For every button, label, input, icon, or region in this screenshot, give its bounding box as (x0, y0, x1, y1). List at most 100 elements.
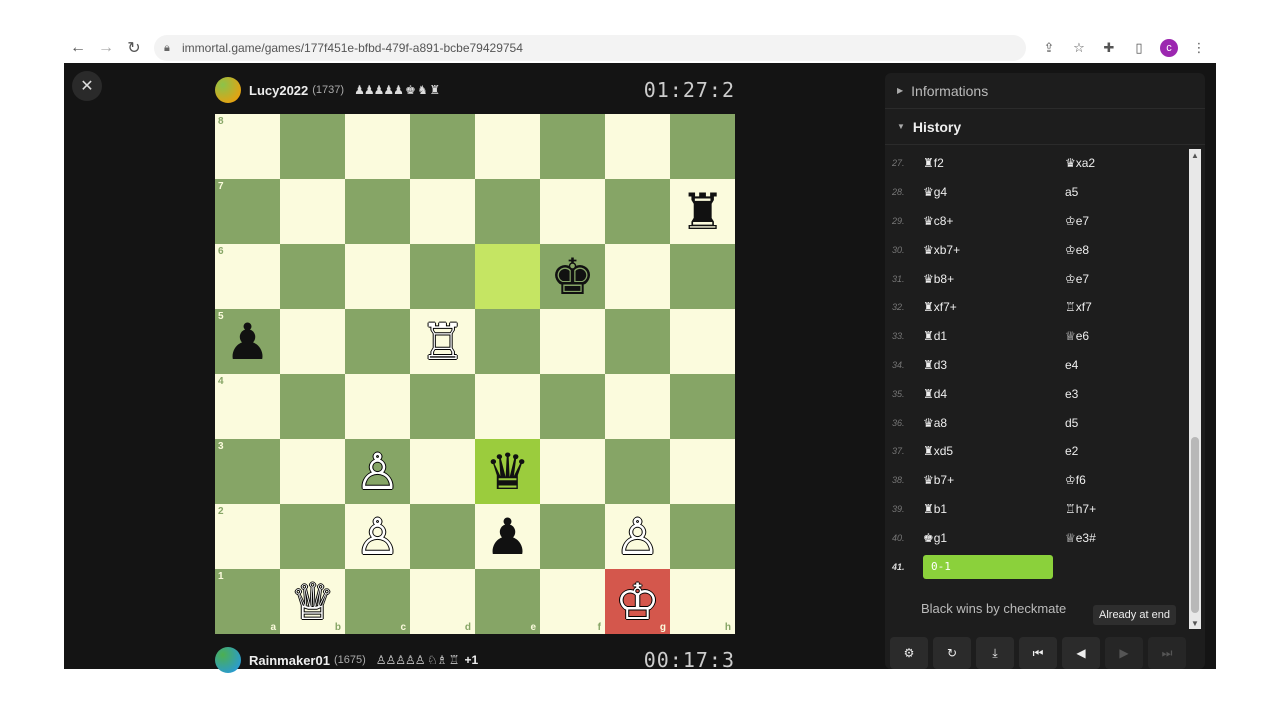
chess-piece[interactable]: ♜ (680, 187, 725, 237)
avatar[interactable] (215, 77, 241, 103)
top-player-name[interactable]: Lucy2022 (249, 83, 308, 98)
square-a4[interactable]: 4 (215, 374, 280, 439)
reload-icon[interactable]: ↻ (120, 34, 148, 62)
square-h7[interactable]: ♜ (670, 179, 735, 244)
black-move[interactable]: ♔f6 (1065, 473, 1185, 487)
square-g2[interactable]: ♙ (605, 504, 670, 569)
square-e7[interactable] (475, 179, 540, 244)
chess-piece[interactable]: ♖ (420, 317, 465, 367)
square-g7[interactable] (605, 179, 670, 244)
square-e8[interactable] (475, 114, 540, 179)
white-move[interactable]: ♜d3 (923, 358, 1065, 372)
next-move-icon[interactable]: ▶ (1105, 637, 1143, 669)
scroll-thumb[interactable] (1191, 437, 1199, 613)
square-c4[interactable] (345, 374, 410, 439)
white-move[interactable]: ♜d1 (923, 329, 1065, 343)
square-b5[interactable] (280, 309, 345, 374)
square-e3[interactable]: ♛ (475, 439, 540, 504)
square-f8[interactable] (540, 114, 605, 179)
black-move[interactable]: ♔e7 (1065, 214, 1185, 228)
square-a5[interactable]: 5 ♟ (215, 309, 280, 374)
black-move[interactable]: ♖h7+ (1065, 502, 1185, 516)
square-b7[interactable] (280, 179, 345, 244)
black-move[interactable]: ♕e3# (1065, 531, 1185, 545)
black-move[interactable]: d5 (1065, 416, 1185, 430)
square-c6[interactable] (345, 244, 410, 309)
download-icon[interactable]: ⤓ (976, 637, 1014, 669)
square-a3[interactable]: 3 (215, 439, 280, 504)
square-a7[interactable]: 7 (215, 179, 280, 244)
chess-piece[interactable]: ♙ (355, 447, 400, 497)
square-b8[interactable] (280, 114, 345, 179)
square-g8[interactable] (605, 114, 670, 179)
settings-gear-icon[interactable]: ⚙ (890, 637, 928, 669)
sidebar-icon[interactable]: ▯ (1126, 35, 1152, 61)
square-c7[interactable] (345, 179, 410, 244)
result-badge[interactable]: 0-1 (923, 554, 1053, 579)
square-g6[interactable] (605, 244, 670, 309)
flip-board-icon[interactable]: ↻ (933, 637, 971, 669)
square-d2[interactable] (410, 504, 475, 569)
black-move[interactable]: e3 (1065, 387, 1185, 401)
square-e4[interactable] (475, 374, 540, 439)
chess-piece[interactable]: ♙ (615, 512, 660, 562)
chess-piece[interactable]: ♙ (355, 512, 400, 562)
scroll-up-icon[interactable]: ▲ (1189, 149, 1201, 161)
extensions-icon[interactable]: ✚ (1096, 35, 1122, 61)
white-move[interactable]: ♛g4 (923, 185, 1065, 199)
square-d3[interactable] (410, 439, 475, 504)
square-d7[interactable] (410, 179, 475, 244)
square-f5[interactable] (540, 309, 605, 374)
square-c3[interactable]: ♙ (345, 439, 410, 504)
white-move[interactable]: ♜xd5 (923, 444, 1065, 458)
white-move[interactable]: ♜b1 (923, 502, 1065, 516)
square-h2[interactable] (670, 504, 735, 569)
square-c2[interactable]: ♙ (345, 504, 410, 569)
square-a2[interactable]: 2 (215, 504, 280, 569)
scroll-down-icon[interactable]: ▼ (1189, 617, 1201, 629)
white-move[interactable]: ♛a8 (923, 416, 1065, 430)
square-c1[interactable]: c (345, 569, 410, 634)
white-move[interactable]: ♛xb7+ (923, 243, 1065, 257)
square-e2[interactable]: ♟ (475, 504, 540, 569)
square-f1[interactable]: f (540, 569, 605, 634)
back-icon[interactable]: ← (64, 34, 92, 62)
black-move[interactable]: ♛xa2 (1065, 156, 1185, 170)
square-f4[interactable] (540, 374, 605, 439)
square-b4[interactable] (280, 374, 345, 439)
square-f3[interactable] (540, 439, 605, 504)
square-c8[interactable] (345, 114, 410, 179)
square-g4[interactable] (605, 374, 670, 439)
previous-move-icon[interactable]: ◀ (1062, 637, 1100, 669)
address-bar[interactable]: 🔒︎ immortal.game/games/177f451e-bfbd-479… (154, 35, 1026, 61)
square-d5[interactable]: ♖ (410, 309, 475, 374)
chess-piece[interactable]: ♛ (485, 447, 530, 497)
square-h3[interactable] (670, 439, 735, 504)
square-h1[interactable]: h (670, 569, 735, 634)
square-b6[interactable] (280, 244, 345, 309)
first-move-icon[interactable]: ⏮ (1019, 637, 1057, 669)
white-move[interactable]: ♚g1 (923, 531, 1065, 545)
square-d8[interactable] (410, 114, 475, 179)
square-a6[interactable]: 6 (215, 244, 280, 309)
square-f6[interactable]: ♚ (540, 244, 605, 309)
white-move[interactable]: ♛b7+ (923, 473, 1065, 487)
chess-piece[interactable]: ♚ (550, 252, 595, 302)
square-a8[interactable]: 8 (215, 114, 280, 179)
informations-header[interactable]: ▶ Informations (885, 73, 1205, 109)
chess-piece[interactable]: ♕ (290, 577, 335, 627)
chess-piece[interactable]: ♟ (225, 317, 270, 367)
square-h5[interactable] (670, 309, 735, 374)
square-g1[interactable]: g ♔ (605, 569, 670, 634)
black-move[interactable]: a5 (1065, 185, 1185, 199)
white-move[interactable]: ♜f2 (923, 156, 1065, 170)
bottom-player-name[interactable]: Rainmaker01 (249, 653, 330, 668)
black-move[interactable]: e2 (1065, 444, 1185, 458)
chess-piece[interactable]: ♟ (485, 512, 530, 562)
square-b3[interactable] (280, 439, 345, 504)
black-move[interactable]: e4 (1065, 358, 1185, 372)
chess-piece[interactable]: ♔ (615, 577, 660, 627)
forward-icon[interactable]: → (92, 34, 120, 62)
white-move[interactable]: ♛c8+ (923, 214, 1065, 228)
square-h6[interactable] (670, 244, 735, 309)
